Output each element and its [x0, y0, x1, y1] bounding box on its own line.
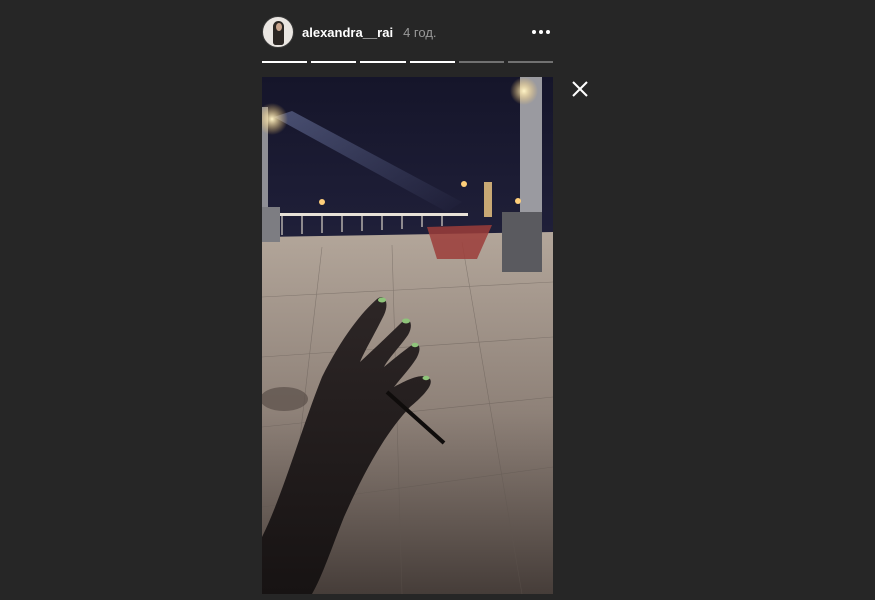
progress-segment	[311, 61, 357, 63]
progress-segment	[360, 61, 406, 63]
more-horizontal-icon	[532, 30, 550, 34]
progress-segment	[458, 61, 504, 63]
story-header: alexandra__rai 4 год.	[262, 14, 553, 50]
story-media[interactable]	[262, 77, 553, 594]
avatar[interactable]	[262, 16, 294, 48]
close-button[interactable]	[568, 77, 592, 101]
more-options-button[interactable]	[529, 20, 553, 44]
story-photo	[262, 77, 553, 594]
story-progress	[262, 61, 554, 63]
progress-segment	[507, 61, 554, 63]
progress-segment	[409, 61, 455, 63]
progress-segment	[262, 61, 308, 63]
close-icon	[572, 81, 588, 97]
username[interactable]: alexandra__rai	[302, 25, 393, 40]
timestamp: 4 год.	[403, 24, 437, 40]
